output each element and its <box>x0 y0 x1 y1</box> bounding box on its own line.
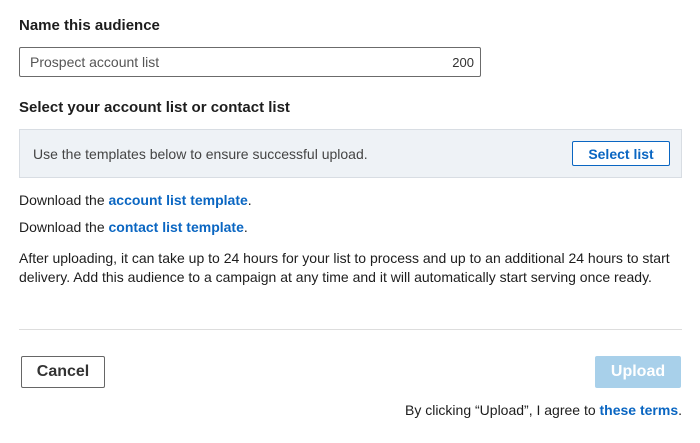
list-selection-label: Select your account list or contact list <box>19 99 290 116</box>
download-contact-prefix: Download the <box>19 219 109 235</box>
terms-notice: By clicking “Upload”, I agree to these t… <box>405 402 682 418</box>
template-hint-text: Use the templates below to ensure succes… <box>33 146 368 162</box>
audience-name-label: Name this audience <box>19 17 160 34</box>
contact-list-template-link[interactable]: contact list template <box>109 219 244 235</box>
terms-prefix: By clicking “Upload”, I agree to <box>404 402 600 418</box>
download-account-prefix: Download the <box>19 192 109 208</box>
upload-button[interactable]: Upload <box>595 356 681 388</box>
template-info-box: Use the templates below to ensure succes… <box>19 129 682 178</box>
character-counter: 200 <box>452 55 474 70</box>
audience-name-input[interactable] <box>20 48 430 76</box>
select-list-button[interactable]: Select list <box>572 141 670 166</box>
terms-link[interactable]: these terms <box>600 402 679 418</box>
download-contact-suffix: . <box>243 219 248 235</box>
account-list-template-link[interactable]: account list template <box>109 192 248 208</box>
download-account-line: Download the account list template. <box>19 192 252 208</box>
download-contact-line: Download the contact list template. <box>19 219 248 235</box>
upload-audience-dialog: Name this audience 200 Select your accou… <box>0 0 700 443</box>
terms-suffix: . <box>678 402 682 418</box>
footer-divider <box>19 329 682 330</box>
upload-info-text: After uploading, it can take up to 24 ho… <box>19 250 670 285</box>
download-account-suffix: . <box>247 192 252 208</box>
audience-name-field[interactable]: 200 <box>19 47 481 77</box>
cancel-button[interactable]: Cancel <box>21 356 105 388</box>
